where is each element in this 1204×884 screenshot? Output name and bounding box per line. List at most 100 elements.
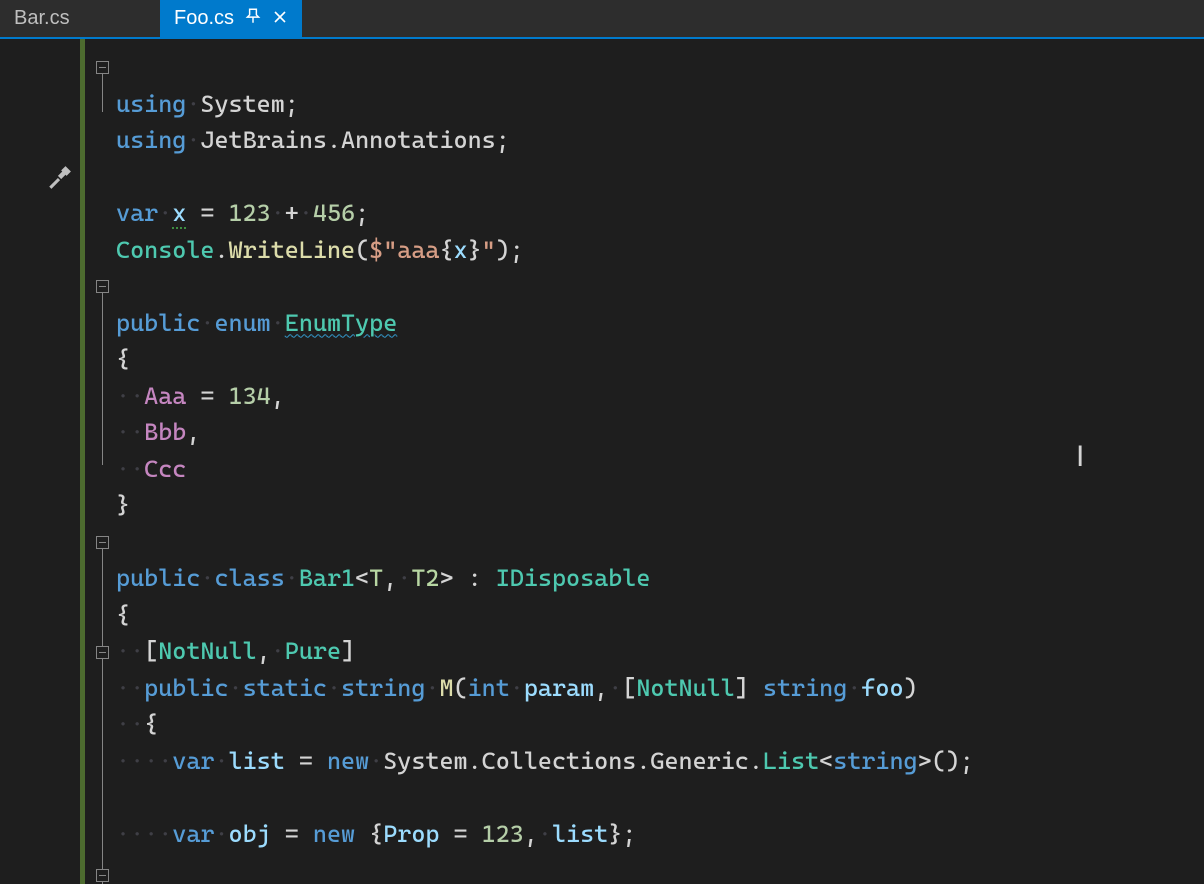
punct: [ [144, 637, 158, 665]
punct: > [918, 747, 932, 775]
punct: [ [622, 674, 636, 702]
whitespace-dot: · [369, 747, 383, 775]
method: M [439, 674, 453, 702]
punct: , [257, 637, 271, 665]
build-hammer-icon[interactable] [46, 165, 72, 195]
fold-box-icon[interactable] [96, 61, 109, 74]
operator: = [285, 747, 327, 775]
punct: ) [496, 236, 510, 264]
punct: , [186, 418, 200, 446]
keyword: new [327, 747, 369, 775]
folding-gutter[interactable] [90, 39, 116, 884]
keyword: string [341, 674, 425, 702]
whitespace-dot: · [186, 90, 200, 118]
keyword: string [833, 747, 917, 775]
fold-box-icon[interactable] [96, 280, 109, 293]
whitespace-dot: · [285, 564, 299, 592]
whitespace-dot: · [397, 564, 411, 592]
type: Bar1 [299, 564, 355, 592]
brace: { [116, 601, 130, 629]
namespace: System.Collections.Generic. [383, 747, 763, 775]
text-cursor-icon: I [1076, 439, 1084, 476]
keyword: static [243, 674, 327, 702]
punct: < [355, 564, 369, 592]
property: Prop [383, 820, 439, 848]
code-area[interactable]: using·System; using·JetBrains.Annotation… [116, 39, 1204, 884]
punct: { [355, 820, 383, 848]
tab-label: Bar.cs [14, 7, 70, 30]
keyword: var [116, 199, 158, 227]
string: $ [369, 236, 383, 264]
brace: { [144, 710, 158, 738]
fold-guide [102, 293, 103, 465]
param: foo [861, 674, 903, 702]
punct: { [439, 236, 453, 264]
breakpoint-gutter[interactable] [0, 39, 40, 884]
punct: , [271, 382, 285, 410]
fold-guide [102, 74, 103, 112]
keyword: using [116, 90, 186, 118]
keyword: using [116, 126, 186, 154]
punct: ( [454, 674, 468, 702]
whitespace-dot: · [229, 674, 243, 702]
code-editor[interactable]: using·System; using·JetBrains.Annotation… [0, 39, 1204, 884]
close-icon[interactable] [272, 9, 288, 29]
whitespace-dot: · [271, 199, 285, 227]
whitespace-dot: · [271, 637, 285, 665]
string: aaa [397, 236, 439, 264]
whitespace-dot: ·· [116, 674, 144, 702]
whitespace-dot: ·· [116, 710, 144, 738]
whitespace-dot: · [214, 747, 228, 775]
punct: > [439, 564, 453, 592]
fold-box-icon[interactable] [96, 536, 109, 549]
operator: + [285, 199, 299, 227]
punct: ; [510, 236, 524, 264]
punct: ) [904, 674, 918, 702]
operator: = [271, 820, 313, 848]
tab-bar-cs[interactable]: Bar.cs [0, 0, 160, 37]
keyword: var [172, 820, 214, 848]
fold-box-icon[interactable] [96, 869, 109, 882]
whitespace-dot: · [200, 564, 214, 592]
operator: = [439, 820, 481, 848]
namespace: JetBrains.Annotations [200, 126, 495, 154]
whitespace-dot: · [214, 820, 228, 848]
punct: : [454, 564, 496, 592]
whitespace-dot: · [271, 309, 285, 337]
identifier: list [552, 820, 608, 848]
whitespace-dot: · [327, 674, 341, 702]
punct: ( [355, 236, 369, 264]
whitespace-dot: ·· [116, 382, 144, 410]
keyword: public [144, 674, 228, 702]
keyword: public [116, 564, 200, 592]
identifier: list [229, 747, 285, 775]
attribute: Pure [285, 637, 341, 665]
fold-guide [102, 549, 103, 884]
identifier: x [454, 236, 468, 264]
whitespace-dot: ·· [116, 637, 144, 665]
method: WriteLine [229, 236, 356, 264]
tab-label: Foo.cs [174, 7, 234, 30]
pin-icon[interactable] [244, 7, 262, 31]
keyword: public [116, 309, 200, 337]
type: Console [116, 236, 214, 264]
tab-foo-cs[interactable]: Foo.cs [160, 0, 302, 37]
whitespace-dot: · [847, 674, 861, 702]
whitespace-dot: ·· [116, 418, 144, 446]
whitespace-dot: · [200, 309, 214, 337]
punct: , [594, 674, 608, 702]
keyword: class [214, 564, 284, 592]
punct: ; [496, 126, 510, 154]
punct: . [214, 236, 228, 264]
keyword: var [172, 747, 214, 775]
attribute: NotNull [636, 674, 734, 702]
type: IDisposable [496, 564, 651, 592]
param: param [524, 674, 594, 702]
punct: ] [735, 674, 763, 702]
string: " [383, 236, 397, 264]
whitespace-dot: · [425, 674, 439, 702]
fold-box-icon[interactable] [96, 646, 109, 659]
enum-member: Ccc [144, 455, 186, 483]
string: " [482, 236, 496, 264]
number: 456 [313, 199, 355, 227]
